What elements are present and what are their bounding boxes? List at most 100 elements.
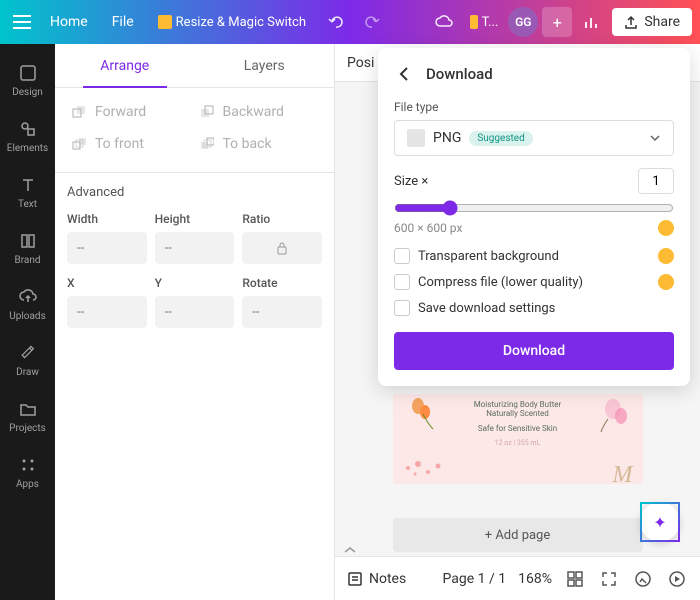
help-icon[interactable] xyxy=(632,568,654,590)
sidebar-item-label: Apps xyxy=(16,479,39,490)
to-back-icon xyxy=(199,136,215,152)
file-icon xyxy=(407,129,425,147)
home-link[interactable]: Home xyxy=(40,8,98,36)
flower-decoration-icon xyxy=(403,394,443,434)
size-input[interactable] xyxy=(638,168,674,194)
card-size: 12 oz | 355 mL xyxy=(495,439,541,447)
tab-layers[interactable]: Layers xyxy=(195,44,335,87)
add-collaborator-button[interactable]: + xyxy=(542,7,572,37)
elements-icon xyxy=(18,119,38,139)
try-pro-button[interactable]: T... xyxy=(464,11,504,34)
notes-icon xyxy=(347,571,363,587)
compress-checkbox[interactable] xyxy=(394,274,410,290)
zoom-level[interactable]: 168% xyxy=(518,571,552,587)
share-button[interactable]: Share xyxy=(612,8,692,36)
height-input[interactable] xyxy=(155,232,235,264)
backward-label: Backward xyxy=(223,104,284,120)
save-settings-checkbox[interactable] xyxy=(394,300,410,316)
bottombar: Notes Page 1 / 1 168% xyxy=(335,556,700,600)
add-page-button[interactable]: + Add page xyxy=(393,518,643,552)
card-line2: Naturally Scented xyxy=(486,409,549,418)
crown-icon xyxy=(658,248,674,264)
compress-label: Compress file (lower quality) xyxy=(418,275,650,290)
advanced-section: Advanced Width Height Ratio X Y Rotate xyxy=(55,172,334,352)
redo-icon[interactable] xyxy=(356,6,388,38)
try-pro-label: T... xyxy=(482,15,499,30)
file-menu[interactable]: File xyxy=(102,8,144,36)
analytics-icon[interactable] xyxy=(576,6,608,38)
download-panel: Download File type PNG Suggested Size × … xyxy=(378,48,690,386)
download-title: Download xyxy=(426,65,493,83)
chevron-left-icon xyxy=(399,66,409,82)
sidebar-item-draw[interactable]: Draw xyxy=(0,332,55,388)
size-slider[interactable] xyxy=(394,200,674,216)
fullscreen-icon[interactable] xyxy=(598,568,620,590)
crown-icon xyxy=(658,274,674,290)
forward-button[interactable]: Forward xyxy=(67,96,195,128)
arrange-body: Forward Backward To front To back xyxy=(55,88,334,168)
undo-icon[interactable] xyxy=(320,6,352,38)
save-settings-label: Save download settings xyxy=(418,301,674,316)
sidebar-item-label: Projects xyxy=(9,423,46,434)
to-back-button[interactable]: To back xyxy=(195,128,323,160)
ai-assistant-button[interactable] xyxy=(640,502,680,542)
sidebar-item-label: Uploads xyxy=(9,311,45,322)
collapse-handle[interactable] xyxy=(330,544,370,556)
dots-decoration-icon xyxy=(403,458,453,478)
y-label: Y xyxy=(155,276,235,290)
rotate-label: Rotate xyxy=(242,276,322,290)
sidebar-item-apps[interactable]: Apps xyxy=(0,444,55,500)
page-indicator[interactable]: Page 1 / 1 xyxy=(443,571,507,587)
present-icon[interactable] xyxy=(666,568,688,590)
design-card[interactable]: Moisturizing Body Butter Naturally Scent… xyxy=(393,394,643,484)
crown-icon xyxy=(658,220,674,236)
sidebar-item-elements[interactable]: Elements xyxy=(0,108,55,164)
position-label[interactable]: Posi xyxy=(347,55,374,71)
avatar[interactable]: GG xyxy=(508,7,538,37)
sidebar-item-brand[interactable]: Brand xyxy=(0,220,55,276)
to-front-button[interactable]: To front xyxy=(67,128,195,160)
file-type-select[interactable]: PNG Suggested xyxy=(394,120,674,156)
width-input[interactable] xyxy=(67,232,147,264)
lock-icon xyxy=(276,241,288,255)
suggested-badge: Suggested xyxy=(469,131,532,146)
sidebar-item-projects[interactable]: Projects xyxy=(0,388,55,444)
chevron-up-icon xyxy=(343,546,357,554)
transparent-checkbox[interactable] xyxy=(394,248,410,264)
back-button[interactable] xyxy=(394,64,414,84)
design-icon xyxy=(18,63,38,83)
cloud-sync-icon[interactable] xyxy=(428,6,460,38)
resize-button[interactable]: Resize & Magic Switch xyxy=(148,9,316,36)
card-line3: Safe for Sensitive Skin xyxy=(478,424,557,433)
sidebar-item-text[interactable]: Text xyxy=(0,164,55,220)
y-input[interactable] xyxy=(155,296,235,328)
sidebar-item-label: Design xyxy=(12,87,43,98)
rotate-input[interactable] xyxy=(242,296,322,328)
height-label: Height xyxy=(155,212,235,226)
ratio-lock-button[interactable] xyxy=(242,232,322,264)
backward-button[interactable]: Backward xyxy=(195,96,323,128)
notes-button[interactable]: Notes xyxy=(347,571,406,587)
transparent-label: Transparent background xyxy=(418,249,650,264)
sidebar-item-design[interactable]: Design xyxy=(0,52,55,108)
crown-icon xyxy=(158,15,172,29)
download-button[interactable]: Download xyxy=(394,332,674,370)
notes-label: Notes xyxy=(369,571,406,587)
uploads-icon xyxy=(18,287,38,307)
upload-icon xyxy=(624,15,638,29)
dimensions-text: 600 × 600 px xyxy=(394,221,462,235)
hamburger-icon[interactable] xyxy=(8,8,36,36)
advanced-title: Advanced xyxy=(67,185,322,200)
x-input[interactable] xyxy=(67,296,147,328)
crown-icon xyxy=(470,15,477,29)
canvas-content: Moisturizing Body Butter Naturally Scent… xyxy=(393,394,643,552)
left-panel: Arrange Layers Forward Backward To front… xyxy=(55,44,335,600)
x-label: X xyxy=(67,276,147,290)
file-type-label: File type xyxy=(394,100,674,114)
script-decoration: M xyxy=(613,462,633,484)
tab-arrange[interactable]: Arrange xyxy=(55,44,195,87)
sidebar-item-uploads[interactable]: Uploads xyxy=(0,276,55,332)
forward-icon xyxy=(71,104,87,120)
grid-view-icon[interactable] xyxy=(564,568,586,590)
share-label: Share xyxy=(644,14,680,30)
